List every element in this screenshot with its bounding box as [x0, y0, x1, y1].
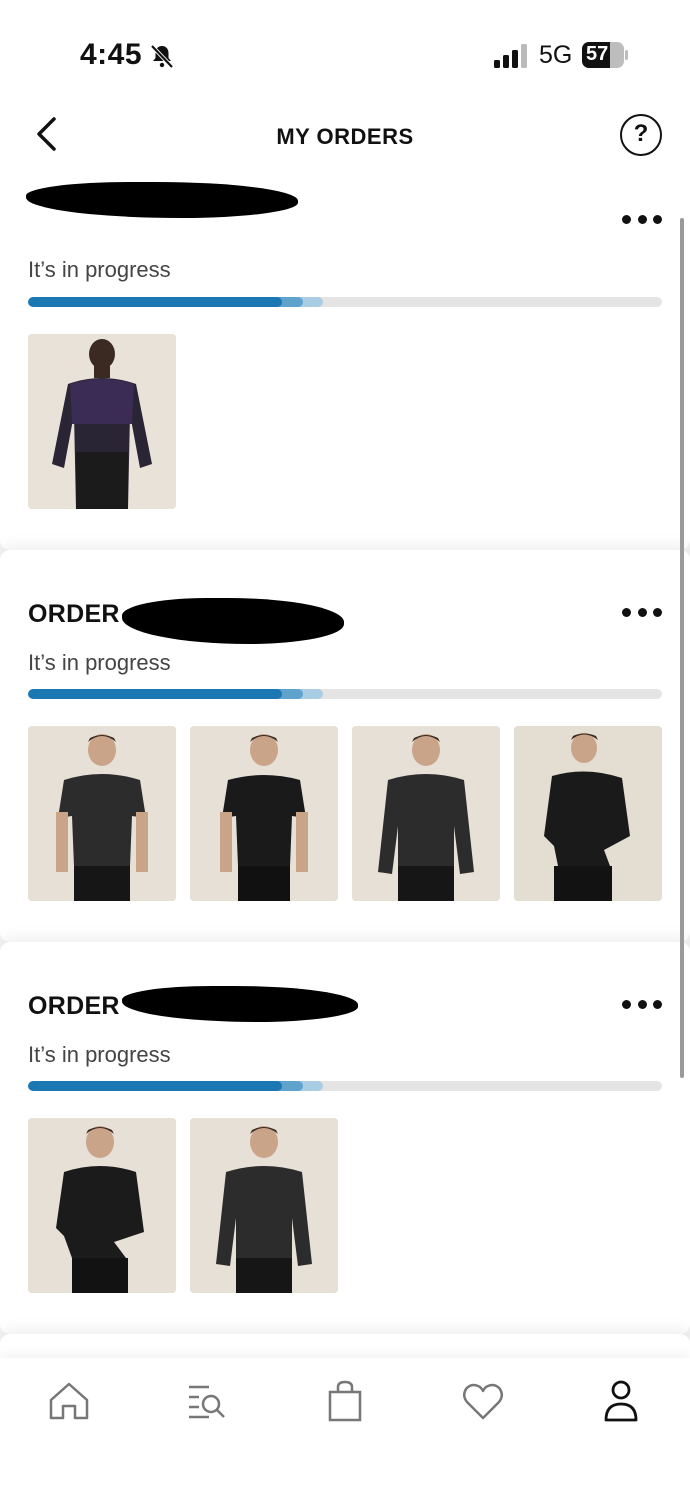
bottom-navigation: [0, 1358, 690, 1500]
status-time: 4:45: [80, 38, 143, 71]
bag-icon: [328, 1380, 362, 1422]
order-status: It’s in progress: [28, 257, 171, 282]
product-image: [352, 726, 500, 901]
order-title: ORDER: [28, 992, 120, 1020]
account-icon: [604, 1380, 638, 1422]
product-image: [514, 726, 662, 901]
nav-bag[interactable]: [322, 1378, 368, 1424]
redacted-order-number: [26, 182, 298, 218]
order-card[interactable]: [0, 1334, 690, 1358]
redacted-order-number: [122, 986, 358, 1022]
nav-search[interactable]: [184, 1378, 230, 1424]
search-list-icon: [189, 1385, 225, 1419]
top-header: MY ORDERS ?: [0, 100, 690, 172]
battery-level: 57: [586, 43, 609, 65]
heart-icon: [463, 1383, 503, 1420]
network-label: 5G: [539, 41, 573, 69]
product-image: [28, 334, 176, 509]
product-image: [190, 726, 338, 901]
more-options-button[interactable]: [622, 605, 662, 619]
product-image: [28, 1118, 176, 1293]
nav-home[interactable]: [46, 1378, 92, 1424]
product-thumbnail[interactable]: [190, 1118, 338, 1293]
order-status: It’s in progress: [28, 650, 171, 675]
product-thumbnail[interactable]: [190, 726, 338, 901]
page-title: MY ORDERS: [276, 124, 414, 149]
order-status: It’s in progress: [28, 1042, 171, 1067]
product-image: [190, 1118, 338, 1293]
product-thumbnail[interactable]: [352, 726, 500, 901]
order-card[interactable]: It’s in progress: [0, 172, 690, 550]
order-card[interactable]: ORDER It’s in progress: [0, 942, 690, 1334]
order-card[interactable]: ORDER It’s in progress: [0, 550, 690, 942]
order-title: ORDER: [28, 600, 120, 628]
order-progress-bar: [28, 689, 662, 699]
silent-bell-icon: [150, 44, 174, 69]
product-thumbnail[interactable]: [28, 334, 176, 509]
nav-wishlist[interactable]: [460, 1378, 506, 1424]
product-image: [28, 726, 176, 901]
orders-list: It’s in progress ORDER It’s in progress: [0, 172, 690, 1358]
more-options-button[interactable]: [622, 212, 662, 226]
order-progress-bar: [28, 1081, 662, 1091]
redacted-order-number: [122, 598, 344, 644]
more-options-button[interactable]: [622, 997, 662, 1011]
nav-account[interactable]: [598, 1378, 644, 1424]
product-thumbnail[interactable]: [28, 726, 176, 901]
home-icon: [49, 1382, 89, 1420]
status-bar: 4:45 5G 57: [0, 0, 690, 100]
signal-icon: [494, 44, 527, 68]
order-progress-bar: [28, 297, 662, 307]
help-button[interactable]: ?: [620, 114, 662, 156]
product-thumbnail[interactable]: [514, 726, 662, 901]
scrollbar[interactable]: [680, 218, 684, 1078]
product-thumbnail[interactable]: [28, 1118, 176, 1293]
